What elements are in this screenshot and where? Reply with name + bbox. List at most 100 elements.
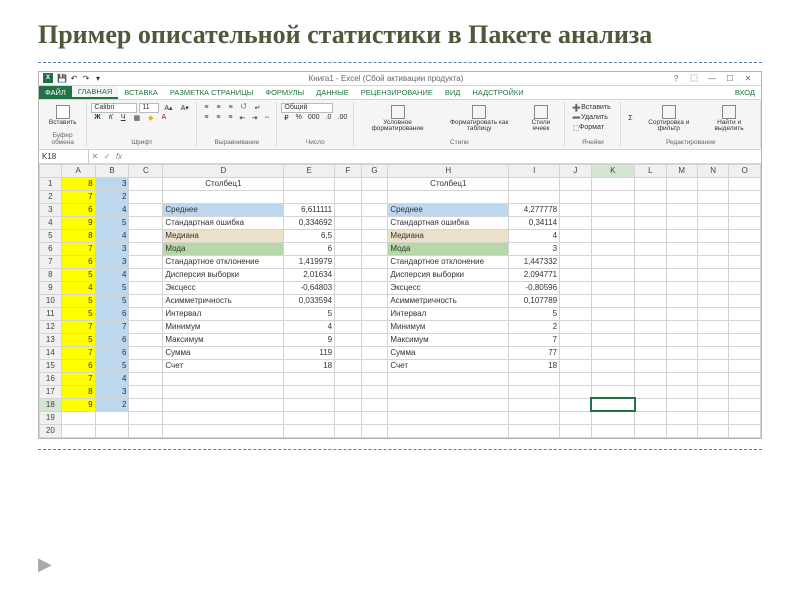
cell-O13[interactable] <box>729 333 761 346</box>
cell-D18[interactable] <box>163 398 284 411</box>
cell-B15[interactable]: 5 <box>95 359 129 372</box>
cell-F14[interactable] <box>335 346 362 359</box>
cell-A6[interactable]: 7 <box>61 242 95 255</box>
minimize-icon[interactable]: — <box>703 73 721 83</box>
save-icon[interactable]: 💾 <box>57 73 67 83</box>
number-format-select[interactable]: Общий <box>281 103 333 113</box>
cell-L11[interactable] <box>635 307 666 320</box>
cell-D12[interactable]: Минимум <box>163 320 284 333</box>
cell-I10[interactable]: 0,107789 <box>509 294 560 307</box>
align-right-icon[interactable]: ≡ <box>225 113 235 123</box>
cell-D2[interactable] <box>163 190 284 203</box>
cell-A17[interactable]: 8 <box>61 385 95 398</box>
cell-A18[interactable]: 9 <box>61 398 95 411</box>
cell-O3[interactable] <box>729 203 761 216</box>
cell-O9[interactable] <box>729 281 761 294</box>
cell-G8[interactable] <box>361 268 388 281</box>
cell-I19[interactable] <box>509 411 560 424</box>
cell-D15[interactable]: Счет <box>163 359 284 372</box>
cell-L20[interactable] <box>635 424 666 437</box>
cell-G3[interactable] <box>361 203 388 216</box>
cell-D19[interactable] <box>163 411 284 424</box>
name-box[interactable]: K18 <box>39 150 89 163</box>
cond-format-button[interactable]: Условное форматирование <box>358 103 437 135</box>
cell-E1[interactable] <box>284 177 335 190</box>
cell-K10[interactable] <box>591 294 635 307</box>
cell-L12[interactable] <box>635 320 666 333</box>
enter-fx-icon[interactable]: ✓ <box>101 152 113 161</box>
cell-C15[interactable] <box>129 359 163 372</box>
cell-E10[interactable]: 0,033594 <box>284 294 335 307</box>
cell-F9[interactable] <box>335 281 362 294</box>
cell-I20[interactable] <box>509 424 560 437</box>
cell-H20[interactable] <box>388 424 509 437</box>
cell-E3[interactable]: 6,611111 <box>284 203 335 216</box>
delete-cell-button[interactable]: ➖ Удалить <box>569 113 610 123</box>
increase-font-icon[interactable]: A▴ <box>161 103 175 113</box>
cell-E15[interactable]: 18 <box>284 359 335 372</box>
cell-I5[interactable]: 4 <box>509 229 560 242</box>
cell-B10[interactable]: 5 <box>95 294 129 307</box>
cell-G14[interactable] <box>361 346 388 359</box>
cell-I18[interactable] <box>509 398 560 411</box>
login-link[interactable]: Вход <box>729 86 761 99</box>
cell-E16[interactable] <box>284 372 335 385</box>
cell-D1[interactable]: Столбец1 <box>163 177 284 190</box>
cell-H18[interactable] <box>388 398 509 411</box>
row-header-12[interactable]: 12 <box>40 320 62 333</box>
italic-icon[interactable]: К <box>106 113 116 123</box>
cell-C20[interactable] <box>129 424 163 437</box>
cell-C2[interactable] <box>129 190 163 203</box>
cell-J17[interactable] <box>560 385 591 398</box>
border-icon[interactable]: ▦ <box>131 113 144 123</box>
cell-B7[interactable]: 3 <box>95 255 129 268</box>
cell-F4[interactable] <box>335 216 362 229</box>
cell-D11[interactable]: Интервал <box>163 307 284 320</box>
cell-A10[interactable]: 5 <box>61 294 95 307</box>
cell-H12[interactable]: Минимум <box>388 320 509 333</box>
font-color-icon[interactable]: A <box>159 113 170 123</box>
cell-B19[interactable] <box>95 411 129 424</box>
cell-M12[interactable] <box>666 320 697 333</box>
cell-H8[interactable]: Дисперсия выборки <box>388 268 509 281</box>
cell-M16[interactable] <box>666 372 697 385</box>
cell-J5[interactable] <box>560 229 591 242</box>
cell-E8[interactable]: 2,01634 <box>284 268 335 281</box>
cell-O4[interactable] <box>729 216 761 229</box>
cell-C3[interactable] <box>129 203 163 216</box>
cell-G2[interactable] <box>361 190 388 203</box>
col-header-G[interactable]: G <box>361 164 388 177</box>
cell-C8[interactable] <box>129 268 163 281</box>
cell-F1[interactable] <box>335 177 362 190</box>
cell-L8[interactable] <box>635 268 666 281</box>
cell-C1[interactable] <box>129 177 163 190</box>
col-header-L[interactable]: L <box>635 164 666 177</box>
cell-H3[interactable]: Среднее <box>388 203 509 216</box>
cell-G15[interactable] <box>361 359 388 372</box>
cell-H7[interactable]: Стандартное отклонение <box>388 255 509 268</box>
cell-N19[interactable] <box>697 411 728 424</box>
cell-M10[interactable] <box>666 294 697 307</box>
align-bottom-icon[interactable]: ≡ <box>226 103 236 113</box>
format-table-button[interactable]: Форматировать как таблицу <box>439 103 519 135</box>
comma-icon[interactable]: 000 <box>306 113 321 123</box>
cell-E5[interactable]: 6,5 <box>284 229 335 242</box>
font-name-select[interactable]: Calibri <box>91 103 137 113</box>
cell-D17[interactable] <box>163 385 284 398</box>
cell-A16[interactable]: 7 <box>61 372 95 385</box>
tab-formulas[interactable]: ФОРМУЛЫ <box>259 86 310 99</box>
row-header-17[interactable]: 17 <box>40 385 62 398</box>
cell-E4[interactable]: 0,334692 <box>284 216 335 229</box>
cell-B5[interactable]: 4 <box>95 229 129 242</box>
cell-K6[interactable] <box>591 242 635 255</box>
cell-A19[interactable] <box>61 411 95 424</box>
cell-L7[interactable] <box>635 255 666 268</box>
tab-view[interactable]: ВИД <box>439 86 466 99</box>
indent-inc-icon[interactable]: ⇥ <box>249 113 259 123</box>
cell-N20[interactable] <box>697 424 728 437</box>
cell-O16[interactable] <box>729 372 761 385</box>
cell-K5[interactable] <box>591 229 635 242</box>
cell-D3[interactable]: Среднее <box>163 203 284 216</box>
select-all-corner[interactable] <box>40 164 62 177</box>
cell-E12[interactable]: 4 <box>284 320 335 333</box>
